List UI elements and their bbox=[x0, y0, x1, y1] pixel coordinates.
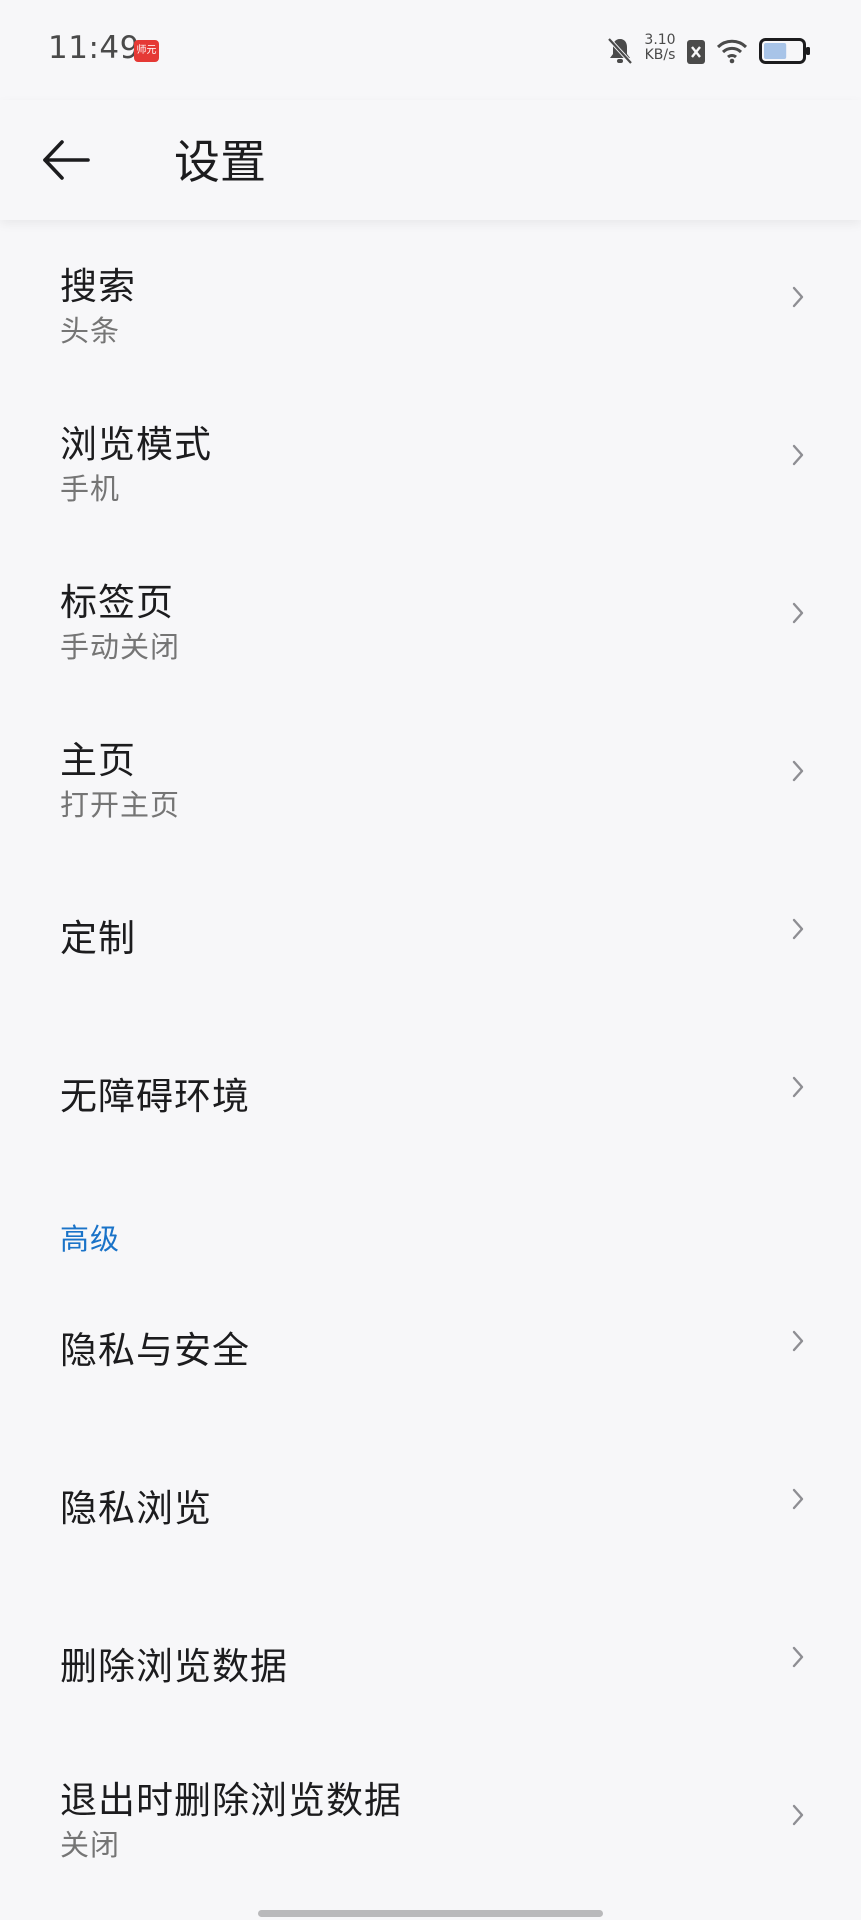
network-speed: 3.10 KB/s bbox=[640, 33, 680, 63]
chevron-right-icon bbox=[792, 1804, 804, 1826]
setting-item-customize[interactable]: 定制 bbox=[0, 852, 861, 1010]
setting-title: 无障碍环境 bbox=[60, 1075, 250, 1118]
setting-item-accessibility[interactable]: 无障碍环境 bbox=[0, 1010, 861, 1168]
setting-item-clear-browsing-data[interactable]: 删除浏览数据 bbox=[0, 1580, 861, 1738]
setting-item-clear-data-on-exit[interactable]: 退出时删除浏览数据 关闭 bbox=[0, 1738, 861, 1896]
arrow-left-icon bbox=[43, 140, 90, 180]
back-button[interactable] bbox=[36, 130, 96, 190]
setting-subtitle: 头条 bbox=[60, 314, 121, 348]
no-sim-icon bbox=[687, 40, 705, 64]
setting-item-browse-mode[interactable]: 浏览模式 手机 bbox=[0, 378, 861, 536]
chevron-right-icon bbox=[792, 602, 804, 624]
home-indicator[interactable] bbox=[258, 1910, 603, 1917]
setting-item-private-browsing[interactable]: 隐私浏览 bbox=[0, 1422, 861, 1580]
chevron-right-icon bbox=[792, 1076, 804, 1098]
setting-subtitle: 打开主页 bbox=[60, 788, 181, 822]
chevron-right-icon bbox=[792, 444, 804, 466]
chevron-right-icon bbox=[792, 1646, 804, 1668]
setting-title: 删除浏览数据 bbox=[60, 1645, 288, 1688]
chevron-right-icon bbox=[792, 918, 804, 940]
chevron-right-icon bbox=[792, 1330, 804, 1352]
setting-title: 隐私与安全 bbox=[60, 1329, 250, 1372]
setting-subtitle: 关闭 bbox=[60, 1828, 121, 1862]
app-bar: 设置 bbox=[0, 100, 861, 220]
setting-title: 浏览模式 bbox=[60, 423, 212, 466]
chevron-right-icon bbox=[792, 1488, 804, 1510]
bell-muted-icon bbox=[607, 37, 633, 65]
network-speed-unit: KB/s bbox=[644, 47, 676, 63]
setting-title: 隐私浏览 bbox=[60, 1487, 212, 1530]
section-header-advanced: 高级 bbox=[60, 1222, 121, 1256]
setting-title: 定制 bbox=[60, 917, 136, 960]
app-notification-badge: 师元 bbox=[134, 40, 159, 62]
setting-title: 退出时删除浏览数据 bbox=[60, 1779, 402, 1822]
setting-title: 搜索 bbox=[60, 265, 136, 308]
chevron-right-icon bbox=[792, 760, 804, 782]
setting-subtitle: 手机 bbox=[60, 472, 121, 506]
setting-title: 主页 bbox=[60, 739, 136, 782]
setting-item-homepage[interactable]: 主页 打开主页 bbox=[0, 694, 861, 852]
network-speed-value: 3.10 bbox=[644, 32, 676, 48]
status-bar: 11:49 师元 3.10 KB/s bbox=[0, 0, 861, 100]
setting-item-tabs[interactable]: 标签页 手动关闭 bbox=[0, 536, 861, 694]
setting-subtitle: 手动关闭 bbox=[60, 630, 181, 664]
chevron-right-icon bbox=[792, 286, 804, 308]
setting-item-search[interactable]: 搜索 头条 bbox=[0, 220, 861, 378]
setting-title: 标签页 bbox=[60, 581, 174, 624]
setting-item-privacy-security[interactable]: 隐私与安全 bbox=[0, 1264, 861, 1422]
page-title: 设置 bbox=[174, 135, 266, 189]
battery-icon bbox=[759, 38, 810, 64]
status-time: 11:49 bbox=[48, 30, 140, 66]
wifi-icon bbox=[716, 39, 748, 64]
